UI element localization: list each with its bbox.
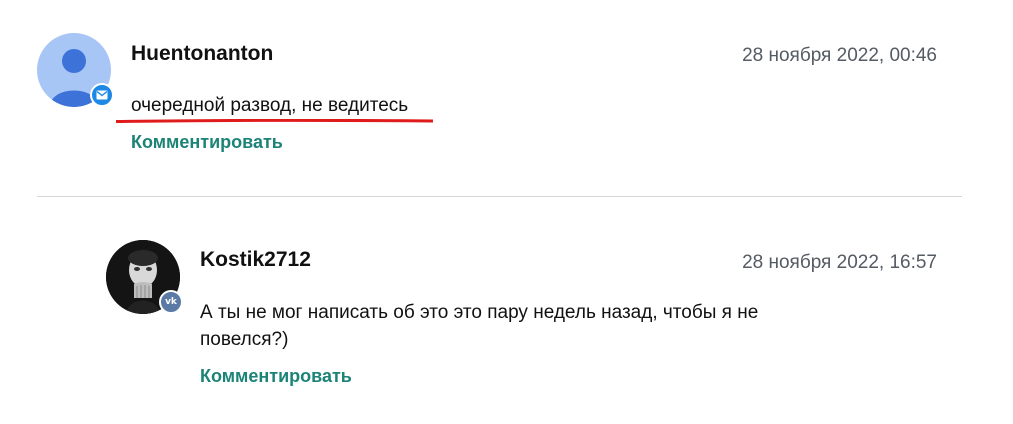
comment-reply-link[interactable]: Комментировать bbox=[131, 132, 283, 153]
red-underline-annotation bbox=[116, 119, 433, 123]
mail-badge bbox=[90, 83, 114, 107]
comment-username[interactable]: Kostik2712 bbox=[200, 248, 311, 272]
comment-date: 28 ноября 2022, 16:57 bbox=[742, 252, 937, 273]
mail-icon bbox=[96, 90, 108, 100]
comment-text: А ты не мог написать об это это пару нед… bbox=[200, 302, 759, 350]
comment-reply-link[interactable]: Комментировать bbox=[200, 366, 352, 387]
comment-item: Huentonanton 28 ноября 2022, 00:46 очере… bbox=[0, 0, 1013, 196]
comment-text: очередной развод, не ведитесь bbox=[131, 95, 409, 116]
avatar[interactable]: vk bbox=[106, 240, 183, 314]
comment-username[interactable]: Huentonanton bbox=[131, 42, 273, 66]
avatar[interactable] bbox=[37, 33, 114, 107]
comment-item: vk Kostik2712 28 ноября 2022, 16:57 А ты… bbox=[0, 197, 1013, 424]
vk-icon: vk bbox=[165, 297, 177, 307]
comment-date: 28 ноября 2022, 00:46 bbox=[742, 45, 937, 66]
vk-badge: vk bbox=[159, 290, 183, 314]
